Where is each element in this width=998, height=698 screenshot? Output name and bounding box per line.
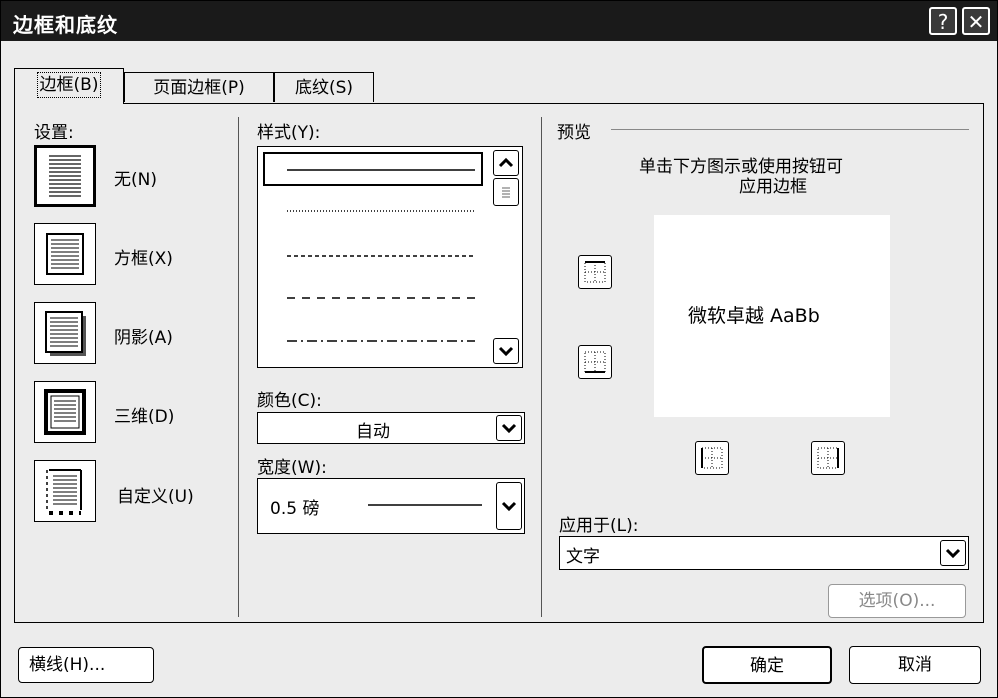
apply-to-select[interactable]: 文字 [559, 536, 969, 570]
style-scrollbar[interactable] [491, 148, 521, 366]
cancel-button-label: 取消 [898, 655, 932, 675]
title-bar[interactable]: 边框和底纹 ? ✕ [1, 1, 997, 41]
bottom-border-button[interactable] [578, 345, 612, 379]
bottom-border-icon [584, 351, 606, 373]
options-button-label: 选项(O)... [858, 591, 936, 611]
grip-icon [502, 187, 510, 198]
preview-sample-text: 微软卓越 AaBb [688, 305, 820, 327]
close-button[interactable]: ✕ [962, 7, 990, 35]
borders-and-shading-dialog: 边框和底纹 ? ✕ 边框(B) 页面边框(P) 底纹(S) 设置: 无(N) 方… [0, 0, 998, 698]
apply-to-value: 文字 [566, 547, 600, 567]
color-dropdown-button[interactable] [496, 415, 522, 441]
dialog-title: 边框和底纹 [13, 13, 118, 37]
setting-3d-label: 三维(D) [114, 407, 175, 427]
apply-to-label: 应用于(L): [559, 516, 639, 536]
style-listbox[interactable] [257, 146, 523, 368]
divider [238, 117, 239, 617]
color-select[interactable]: 自动 [257, 412, 525, 444]
settings-label: 设置: [34, 123, 74, 143]
setting-custom-button[interactable] [34, 460, 96, 522]
top-border-icon [584, 261, 606, 283]
ok-button[interactable]: 确定 [702, 646, 832, 684]
scroll-thumb[interactable] [493, 178, 519, 206]
width-label: 宽度(W): [257, 458, 327, 478]
apply-to-dropdown-button[interactable] [940, 540, 966, 566]
shadow-border-icon [45, 311, 86, 356]
close-icon: ✕ [967, 10, 985, 34]
chevron-down-icon [501, 501, 517, 512]
no-border-icon [49, 155, 81, 197]
setting-none-button[interactable] [34, 145, 96, 207]
left-border-icon [701, 447, 723, 469]
tab-label: 底纹(S) [294, 78, 354, 98]
setting-shadow-button[interactable] [34, 302, 96, 364]
preview-groupline [611, 129, 969, 130]
color-value: 自动 [356, 422, 390, 442]
divider [541, 117, 542, 617]
setting-shadow-label: 阴影(A) [114, 328, 173, 348]
left-border-button[interactable] [695, 441, 729, 475]
preview-hint-line2: 应用边框 [739, 177, 807, 197]
setting-box-button[interactable] [34, 223, 96, 285]
style-option-dotted[interactable] [263, 200, 493, 222]
scroll-up-button[interactable] [493, 150, 519, 176]
box-border-icon [46, 233, 84, 275]
preview-area[interactable]: 微软卓越 AaBb [654, 215, 890, 417]
setting-3d-button[interactable] [34, 381, 96, 443]
horizontal-line-button[interactable]: 横线(H)... [18, 647, 154, 683]
setting-box-label: 方框(X) [114, 249, 173, 269]
help-button[interactable]: ? [929, 7, 957, 35]
scroll-down-button[interactable] [493, 338, 519, 364]
options-button[interactable]: 选项(O)... [828, 584, 966, 618]
style-option-fine-dashed[interactable] [263, 245, 493, 267]
tab-label: 页面边框(P) [153, 78, 245, 98]
tab-borders[interactable]: 边框(B) [14, 68, 124, 104]
right-border-icon [817, 447, 839, 469]
setting-none-label: 无(N) [114, 170, 157, 190]
style-option-dashed[interactable] [263, 287, 493, 309]
tab-label: 边框(B) [36, 72, 102, 98]
3d-border-icon [44, 389, 86, 435]
custom-border-icon [46, 469, 82, 515]
setting-custom-label: 自定义(U) [117, 487, 194, 507]
horizontal-line-button-label: 横线(H)... [29, 655, 106, 675]
chevron-down-icon [498, 346, 514, 357]
chevron-down-icon [945, 548, 961, 559]
preview-label: 预览 [557, 123, 591, 143]
style-option-solid[interactable] [263, 152, 483, 186]
chevron-down-icon [501, 423, 517, 434]
ok-button-label: 确定 [750, 656, 784, 676]
style-option-dash-dot[interactable] [263, 330, 493, 352]
line-sample [287, 169, 475, 171]
tab-page-border[interactable]: 页面边框(P) [124, 72, 274, 102]
help-icon: ? [937, 10, 949, 34]
tab-shading[interactable]: 底纹(S) [274, 72, 374, 102]
right-border-button[interactable] [811, 441, 845, 475]
width-line-sample [368, 504, 482, 506]
cancel-button[interactable]: 取消 [849, 646, 981, 684]
width-value: 0.5 磅 [270, 499, 320, 519]
width-select[interactable]: 0.5 磅 [257, 478, 525, 534]
top-border-button[interactable] [578, 255, 612, 289]
color-label: 颜色(C): [257, 391, 322, 411]
chevron-up-icon [498, 157, 514, 168]
width-dropdown-button[interactable] [496, 482, 522, 530]
style-label: 样式(Y): [257, 123, 321, 143]
